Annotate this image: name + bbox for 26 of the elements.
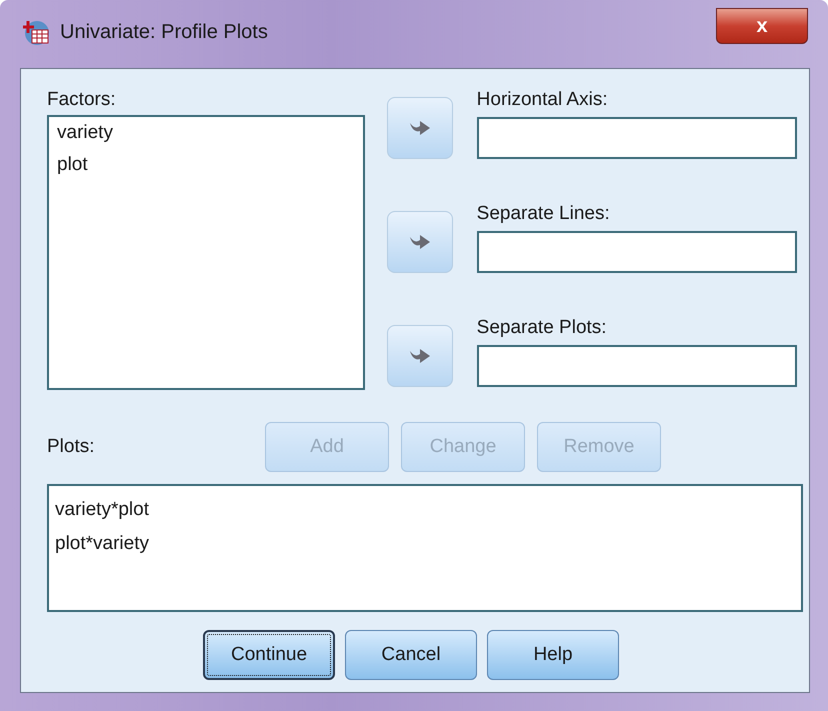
field-label: Separate Lines: [476,203,610,225]
list-item[interactable]: plot [57,153,88,177]
field-label: Separate Plots: [476,317,607,339]
app-icon [22,18,50,46]
dialog-button[interactable]: Cancel [345,630,477,680]
close-button[interactable]: x [716,8,808,44]
plots-list[interactable]: variety*plot plot*variety [47,484,803,612]
list-item[interactable]: variety [57,121,113,145]
list-item[interactable]: plot*variety [55,532,149,556]
plots-label: Plots: [47,436,96,458]
list-item[interactable]: variety*plot [55,498,149,522]
input-field[interactable] [476,117,797,159]
move-button[interactable] [386,211,453,273]
arrow-icon [408,232,431,252]
input-field[interactable] [476,345,797,387]
arrow-icon [408,118,431,138]
input-field[interactable] [476,231,797,273]
factors-label: Factors: [47,89,116,111]
arrow-icon [408,346,431,366]
dialog-button[interactable]: Help [487,630,619,680]
move-button[interactable] [386,97,453,159]
window-title: Univariate: Profile Plots [60,20,268,44]
move-button[interactable] [386,325,453,387]
dialog-button[interactable]: Continue [203,630,335,680]
field-label: Horizontal Axis: [476,89,608,111]
factors-list[interactable]: variety plot [47,115,365,390]
